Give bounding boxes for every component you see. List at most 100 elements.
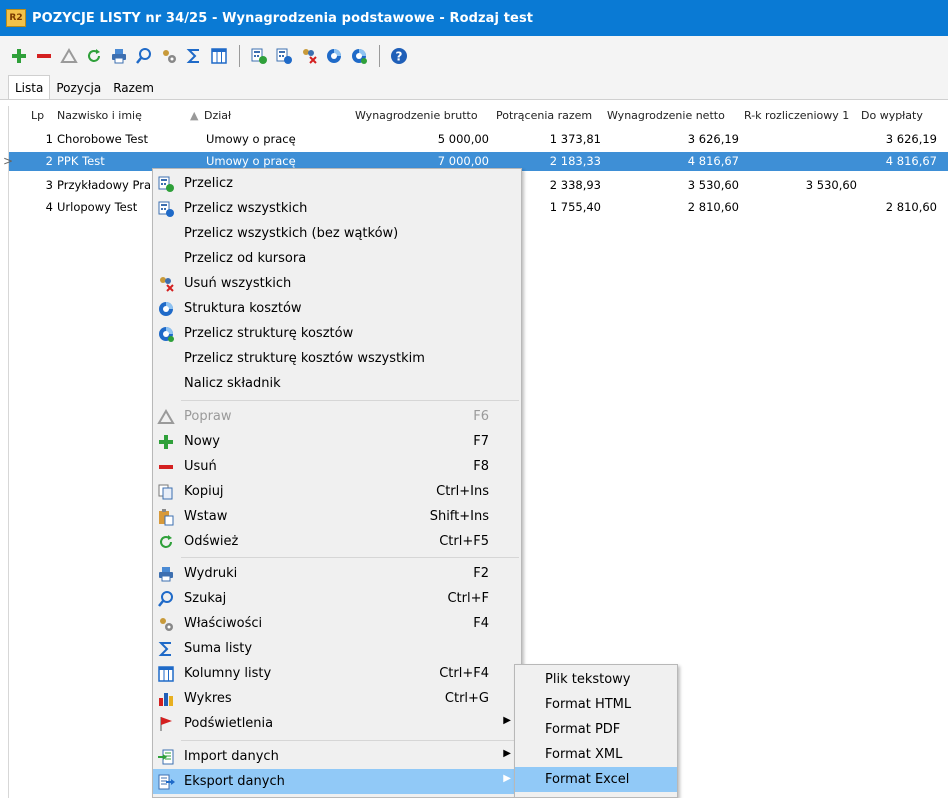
menu-item-label: Wstaw xyxy=(184,509,228,524)
menu-item-shortcut: Ctrl+Ins xyxy=(436,484,489,499)
cell-gross: 5 000,00 xyxy=(437,132,489,146)
menu-item-cost-structure[interactable]: Struktura kosztów xyxy=(153,296,521,321)
submenu-item-label: Format PDF xyxy=(545,722,621,737)
menu-separator xyxy=(181,740,519,741)
column-header-deductions[interactable]: Potrącenia razem xyxy=(496,109,592,122)
toolbar-separator xyxy=(379,45,380,67)
menu-item-paste[interactable]: Wstaw Shift+Ins xyxy=(153,504,521,529)
cell-lp: 4 xyxy=(45,200,53,214)
menu-item-recalculate-all-no-threads[interactable]: Przelicz wszystkich (bez wątków) xyxy=(153,221,521,246)
menu-item-highlights[interactable]: Podświetlenia ▶ xyxy=(153,711,521,736)
refresh-button[interactable] xyxy=(83,45,105,67)
recalculate-icon xyxy=(251,48,267,64)
columns-button[interactable] xyxy=(208,45,230,67)
column-header-settlement[interactable]: R-k rozliczeniowy 1 xyxy=(744,109,849,122)
search-button[interactable] xyxy=(133,45,155,67)
edit-button[interactable] xyxy=(58,45,80,67)
menu-item-shortcut: F4 xyxy=(473,616,489,631)
paste-icon xyxy=(159,509,174,526)
delete-all-button[interactable] xyxy=(298,45,320,67)
column-header-payout[interactable]: Do wypłaty xyxy=(861,109,923,122)
menu-item-recalculate-cost-structure[interactable]: Przelicz strukturę kosztów xyxy=(153,321,521,346)
menu-item-label: Podświetlenia xyxy=(184,716,274,731)
import-icon xyxy=(158,749,174,765)
submenu-item-label: Plik tekstowy xyxy=(545,672,631,687)
menu-item-delete-all[interactable]: Usuń wszystkich xyxy=(153,271,521,296)
menu-item-label: Nalicz składnik xyxy=(184,376,281,391)
menu-item-copy[interactable]: Kopiuj Ctrl+Ins xyxy=(153,479,521,504)
copy-icon xyxy=(158,484,173,500)
cell-net: 4 816,67 xyxy=(687,154,739,168)
add-icon xyxy=(159,435,173,449)
remove-button[interactable] xyxy=(33,45,55,67)
cell-name: Chorobowe Test xyxy=(57,132,148,146)
menu-item-properties[interactable]: Właściwości F4 xyxy=(153,611,521,636)
cell-net: 2 810,60 xyxy=(687,200,739,214)
column-header-lp[interactable]: Lp xyxy=(31,109,44,122)
cell-name: PPK Test xyxy=(57,154,105,168)
submenu-item-pdf[interactable]: Format PDF xyxy=(515,717,677,742)
menu-item-shortcut: Ctrl+G xyxy=(444,691,489,706)
remove-icon xyxy=(159,465,173,469)
submenu-item-excel[interactable]: Format Excel xyxy=(515,767,677,792)
menu-item-label: Kolumny listy xyxy=(184,666,272,681)
refresh-icon xyxy=(160,535,172,548)
cell-payout: 4 816,67 xyxy=(885,154,937,168)
menu-item-import-data[interactable]: Import danych ▶ xyxy=(153,744,521,769)
menu-item-shortcut: Ctrl+F4 xyxy=(439,666,489,681)
sum-button[interactable] xyxy=(183,45,205,67)
submenu-item-xml[interactable]: Format XML xyxy=(515,742,677,767)
properties-button[interactable] xyxy=(158,45,180,67)
submenu-item-text-file[interactable]: Plik tekstowy xyxy=(515,667,677,692)
menu-item-new[interactable]: Nowy F7 xyxy=(153,429,521,454)
tab-razem[interactable]: Razem xyxy=(107,77,160,99)
add-button[interactable] xyxy=(8,45,30,67)
menu-item-label: Popraw xyxy=(184,409,232,424)
tab-pozycja[interactable]: Pozycja xyxy=(50,77,107,99)
column-header-name[interactable]: Nazwisko i imię xyxy=(57,109,142,122)
submenu-item-html[interactable]: Format HTML xyxy=(515,692,677,717)
menu-item-edit[interactable]: Popraw F6 xyxy=(153,404,521,429)
menu-item-recalculate-cost-structure-all[interactable]: Przelicz strukturę kosztów wszystkim xyxy=(153,346,521,371)
recalculate-all-button[interactable] xyxy=(273,45,295,67)
print-icon xyxy=(159,567,173,582)
tab-lista[interactable]: Lista xyxy=(8,75,51,99)
table-row[interactable]: 1 Chorobowe Test Umowy o pracę 5 000,00 … xyxy=(9,130,948,149)
menu-item-list-columns[interactable]: Kolumny listy Ctrl+F4 xyxy=(153,661,521,686)
properties-icon xyxy=(160,618,173,631)
menu-item-search[interactable]: Szukaj Ctrl+F xyxy=(153,586,521,611)
menu-item-add-component[interactable]: Nalicz składnik xyxy=(153,371,521,396)
menu-item-prints[interactable]: Wydruki F2 xyxy=(153,561,521,586)
column-header-net[interactable]: Wynagrodzenie netto xyxy=(607,109,725,122)
menu-item-label: Przelicz wszystkich (bez wątków) xyxy=(184,226,399,241)
submenu-arrow-icon: ▶ xyxy=(503,748,511,759)
refresh-icon xyxy=(88,49,100,62)
menu-separator xyxy=(181,557,519,558)
delete-all-icon xyxy=(160,277,174,292)
recalculate-cost-structure-button[interactable] xyxy=(348,45,370,67)
menu-item-recalculate[interactable]: Przelicz xyxy=(153,171,521,196)
menu-item-recalculate-all[interactable]: Przelicz wszystkich xyxy=(153,196,521,221)
menu-item-list-sum[interactable]: Suma listy xyxy=(153,636,521,661)
column-header-gross[interactable]: Wynagrodzenie brutto xyxy=(355,109,478,122)
cell-deductions: 2 183,33 xyxy=(549,154,601,168)
menu-item-delete[interactable]: Usuń F8 xyxy=(153,454,521,479)
column-header-department[interactable]: Dział xyxy=(204,109,231,122)
export-submenu: Plik tekstowy Format HTML Format PDF For… xyxy=(514,664,678,798)
tab-strip: Lista Pozycja Razem xyxy=(0,75,948,100)
menu-item-chart[interactable]: Wykres Ctrl+G xyxy=(153,686,521,711)
menu-item-export-data[interactable]: Eksport danych ▶ xyxy=(153,769,521,794)
cost-structure-icon xyxy=(159,302,173,316)
recalculate-all-icon xyxy=(276,48,292,64)
cell-lp: 3 xyxy=(45,178,53,192)
chart-icon xyxy=(159,693,173,706)
cost-structure-button[interactable] xyxy=(323,45,345,67)
cell-department: Umowy o pracę xyxy=(206,154,296,168)
menu-item-refresh[interactable]: Odśwież Ctrl+F5 xyxy=(153,529,521,554)
submenu-item-label: Format XML xyxy=(545,747,623,762)
menu-item-recalculate-from-cursor[interactable]: Przelicz od kursora xyxy=(153,246,521,271)
help-button[interactable]: ? xyxy=(388,45,410,67)
recalculate-button[interactable] xyxy=(248,45,270,67)
search-icon xyxy=(158,591,173,607)
print-button[interactable] xyxy=(108,45,130,67)
